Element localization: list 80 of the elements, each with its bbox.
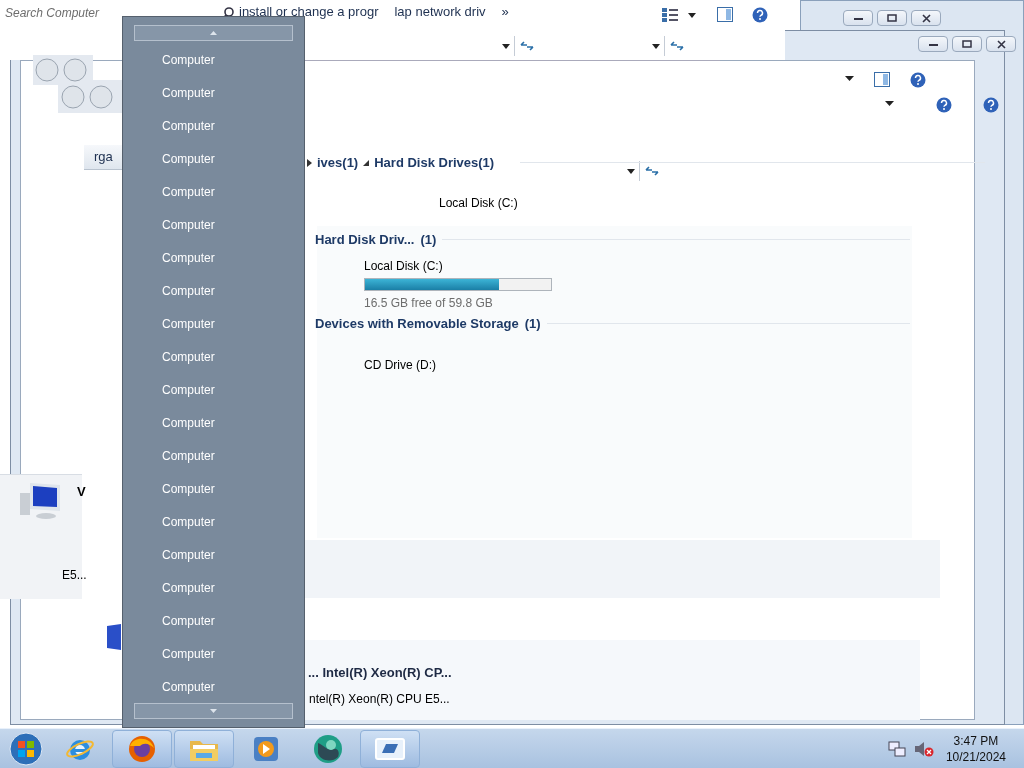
menu-item[interactable]: Computer [134, 604, 293, 637]
group-header: Devices with Removable Storage [315, 315, 519, 333]
group-header: ives(1) [317, 154, 359, 172]
minimize-button[interactable] [918, 36, 948, 52]
help-icon[interactable] [983, 97, 999, 113]
taskbar-button[interactable] [112, 729, 172, 768]
menu-item[interactable]: Computer [134, 109, 293, 142]
monitor-icon [374, 735, 406, 762]
organize-button[interactable]: rga [84, 145, 124, 170]
close-icon [921, 13, 931, 23]
caret-icon[interactable] [845, 76, 854, 81]
preview-pane-icon[interactable] [717, 7, 733, 22]
menu-item[interactable]: Computer [134, 175, 293, 208]
taskbar-button[interactable] [360, 729, 420, 768]
collapse-arrow-icon[interactable] [362, 158, 371, 167]
menu-item[interactable]: Computer [134, 505, 293, 538]
view-options-icon[interactable] [662, 8, 696, 22]
toolbar-button[interactable]: lap network driv [391, 1, 489, 23]
play-icon [252, 734, 280, 763]
menu-item[interactable]: Computer [134, 241, 293, 274]
minimize-button[interactable] [843, 10, 873, 26]
menu-item[interactable]: Computer [134, 340, 293, 373]
computer-icon [18, 481, 62, 521]
menu-item[interactable]: Computer [134, 472, 293, 505]
close-button[interactable] [911, 10, 941, 26]
group-header: Hard Disk Drives(1) [374, 154, 495, 172]
item-label: E5... [62, 567, 87, 584]
menu-item[interactable]: Computer [134, 76, 293, 109]
maximize-button[interactable] [877, 10, 907, 26]
volume-muted-icon[interactable] [913, 739, 934, 758]
maximize-icon [887, 14, 897, 22]
firefox-icon [127, 733, 157, 764]
menu-item[interactable]: Computer [134, 274, 293, 307]
clock-date[interactable]: 10/21/2024 [945, 748, 1006, 765]
free-space-label: 16.5 GB free of 59.8 GB [364, 295, 494, 312]
maximize-icon [962, 40, 972, 48]
down-arrow-icon [210, 709, 217, 713]
processor-title: ... Intel(R) Xeon(R) CP... [308, 664, 452, 682]
menu-item[interactable]: Computer [134, 406, 293, 439]
menu-item[interactable]: Computer [134, 637, 293, 670]
menu-item[interactable]: Computer [134, 307, 293, 340]
close-icon [996, 39, 1006, 49]
group-count: (1) [420, 231, 437, 249]
caret-icon [626, 168, 635, 174]
up-arrow-icon [210, 31, 217, 35]
close-button[interactable] [986, 36, 1016, 52]
network-icon[interactable] [887, 739, 906, 758]
expand-arrow-icon[interactable] [305, 158, 313, 167]
refresh-icon [520, 40, 534, 52]
menu-item[interactable]: Computer [134, 439, 293, 472]
menu-item[interactable]: Computer [134, 538, 293, 571]
help-icon[interactable] [910, 72, 926, 88]
drive-label[interactable]: CD Drive (D:) [364, 356, 436, 374]
help-icon[interactable] [936, 97, 952, 113]
minimize-icon [928, 42, 938, 46]
toolbar-button[interactable]: install or change a progr [236, 1, 382, 23]
menu-item[interactable]: Computer [134, 208, 293, 241]
caret-icon[interactable] [885, 101, 894, 106]
menu-item[interactable]: Computer [134, 373, 293, 406]
drive-label[interactable]: Local Disk (C:) [364, 257, 552, 275]
globe-icon [312, 732, 344, 765]
group-header: Hard Disk Driv... [315, 231, 415, 249]
window-title: V [77, 483, 86, 501]
caret-icon [651, 43, 660, 49]
minimize-icon [853, 16, 863, 20]
drive-label[interactable]: Local Disk (C:) [439, 194, 518, 212]
refresh-icon [645, 165, 659, 177]
toolbar-button[interactable]: » [498, 1, 512, 23]
clock-time[interactable]: 3:47 PM [953, 732, 999, 749]
menu-item[interactable]: Computer [134, 142, 293, 175]
group-count: (1) [524, 315, 541, 333]
preview-pane-icon[interactable] [874, 72, 890, 87]
menu-item[interactable]: Computer [134, 571, 293, 604]
help-icon[interactable] [752, 7, 768, 23]
maximize-button[interactable] [952, 36, 982, 52]
refresh-icon [670, 40, 684, 52]
menu-item[interactable]: Computer [134, 670, 293, 703]
processor-label: ntel(R) Xeon(R) CPU E5... [309, 691, 450, 708]
caret-icon [501, 43, 510, 49]
menu-item[interactable]: Computer [134, 43, 293, 76]
